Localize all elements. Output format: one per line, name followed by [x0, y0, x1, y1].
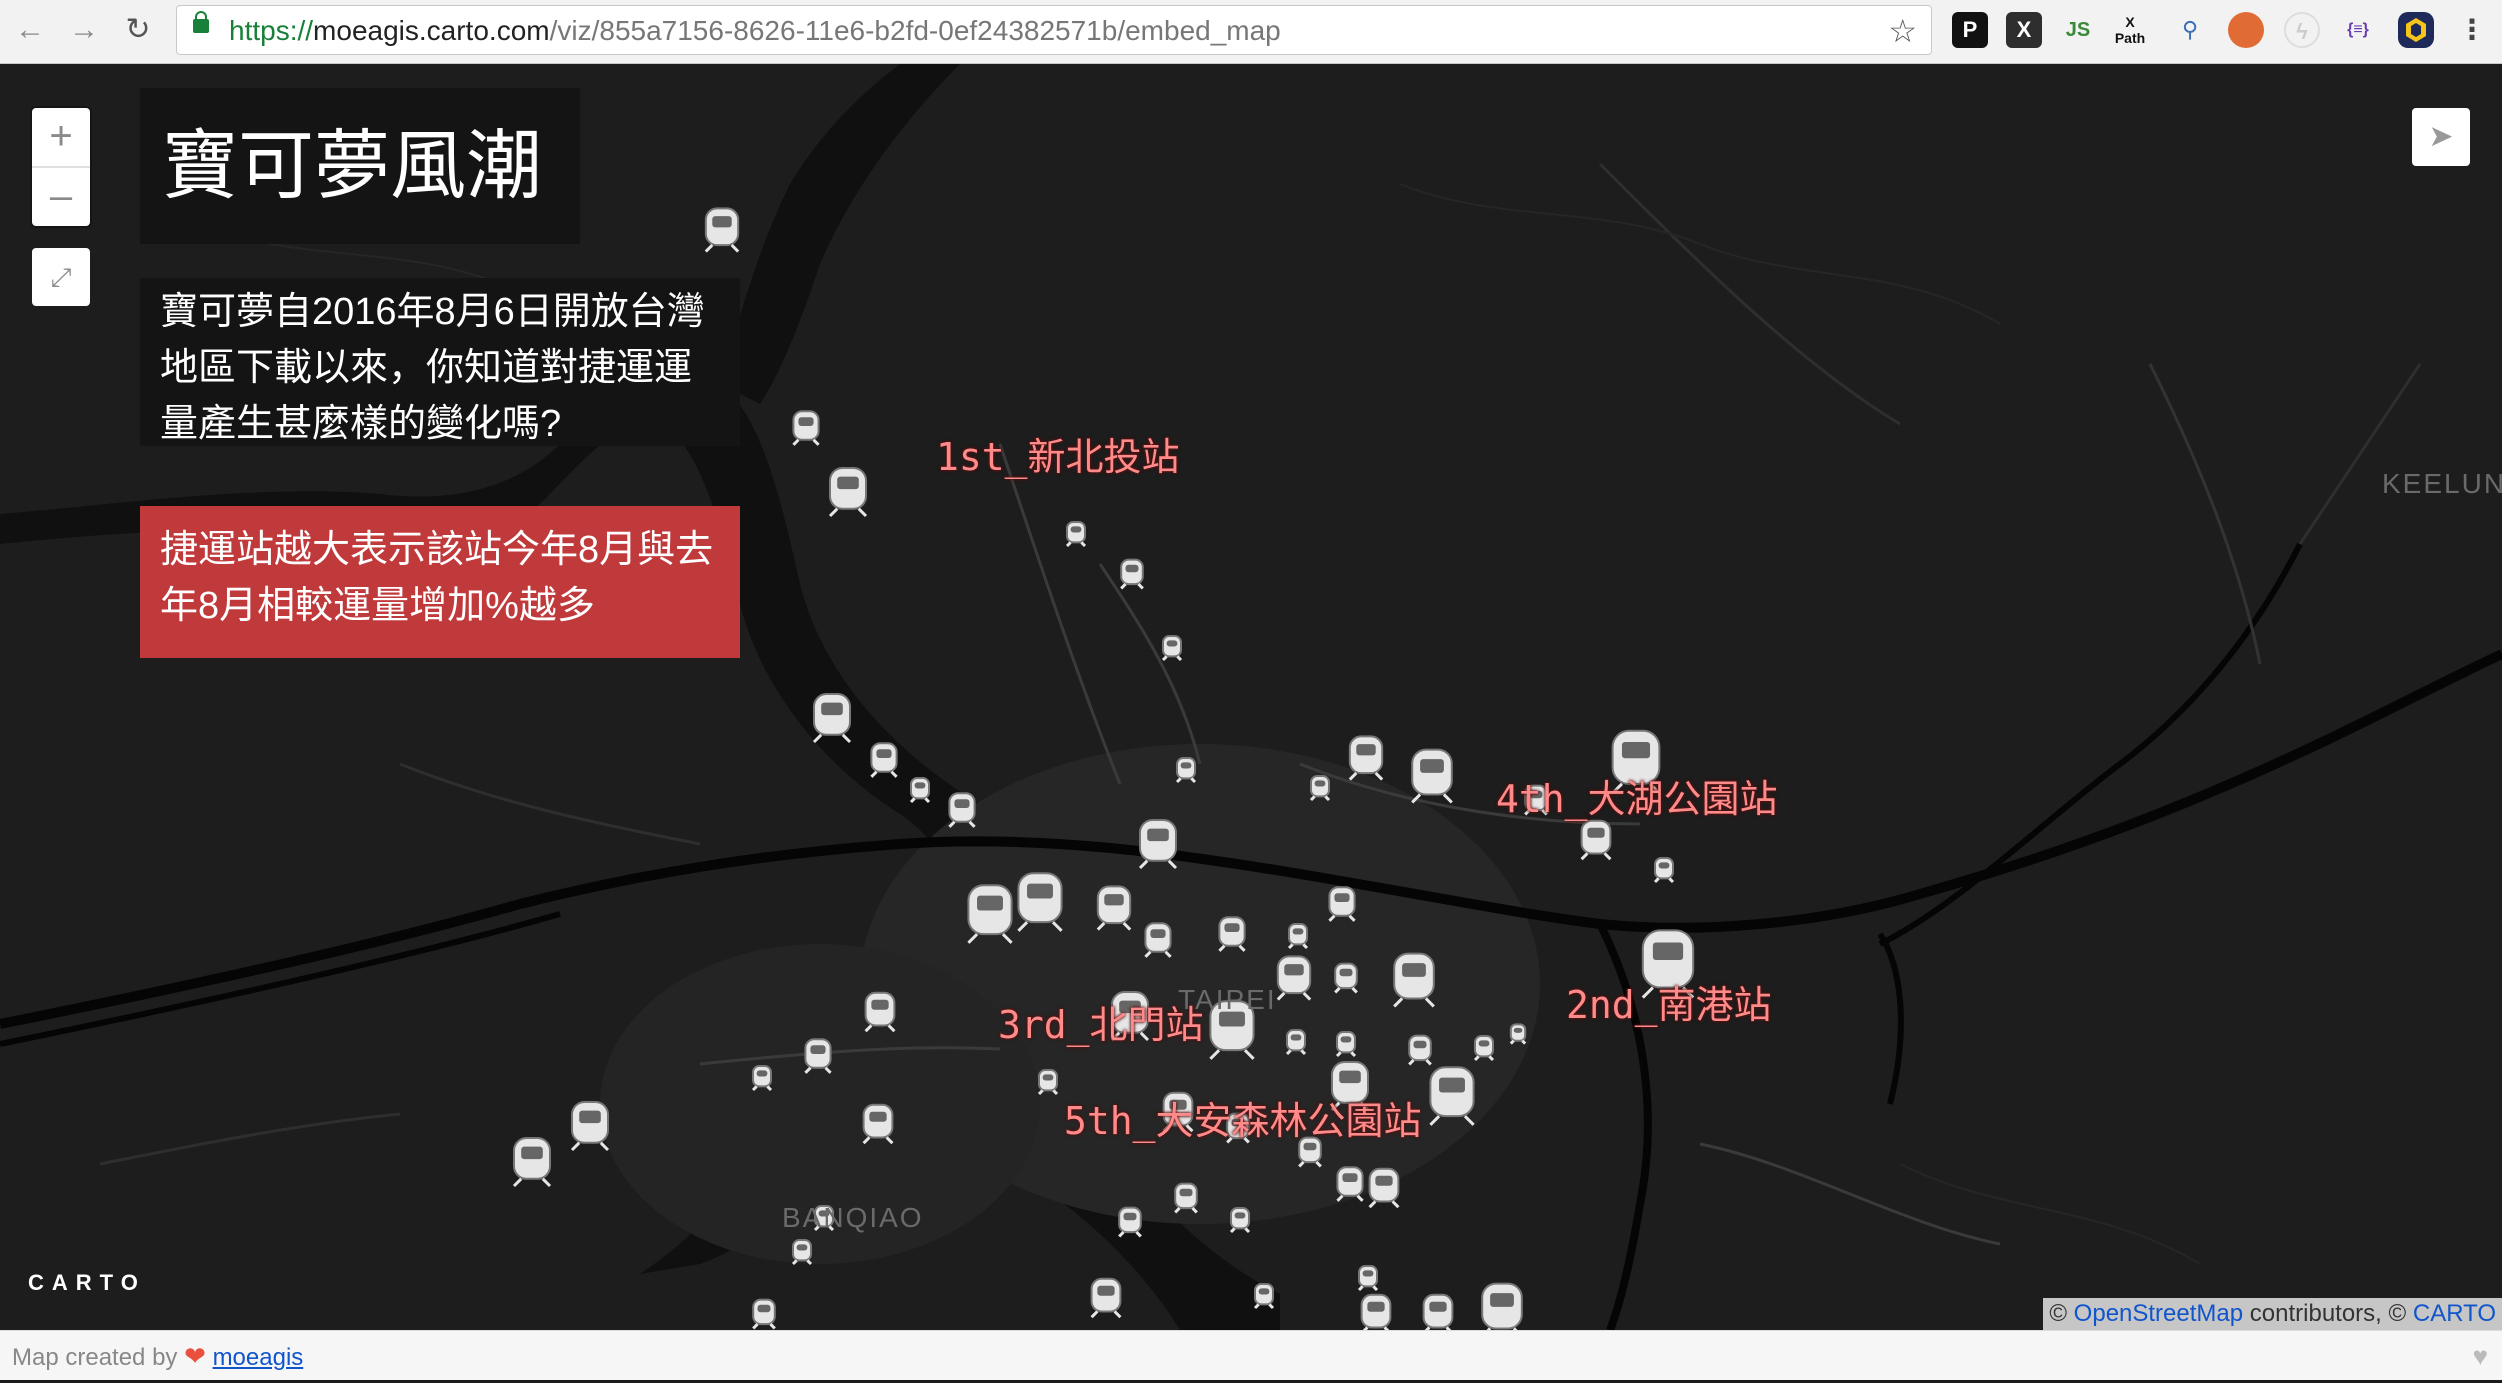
carto-link[interactable]: CARTO	[2413, 1300, 2496, 1327]
back-arrow-icon[interactable]: ←	[10, 10, 50, 50]
extension-js-icon[interactable]: JS	[2060, 12, 2096, 48]
fullscreen-icon[interactable]: ⤢	[32, 248, 90, 306]
extension-x-icon[interactable]: X	[2006, 12, 2042, 48]
extension-json-icon[interactable]: {≡}	[2340, 12, 2376, 48]
legend-note: 捷運站越大表示該站今年8月與去年8月相較運量增加%越多	[140, 506, 740, 658]
like-heart-icon[interactable]: ♥	[2473, 1331, 2488, 1381]
zoom-control: + –	[32, 108, 90, 226]
extension-satellite-icon[interactable]: ⚲	[2172, 12, 2208, 48]
extension-bolt-icon[interactable]: ϟ	[2284, 12, 2320, 48]
station-label-2nd: 2nd_南港站	[1566, 983, 1772, 1027]
heart-icon: ❤	[184, 1341, 206, 1371]
map-attribution: © OpenStreetMap contributors, © CARTO	[2043, 1298, 2502, 1330]
lock-icon	[193, 11, 209, 33]
map-title: 寶可夢風潮	[140, 88, 580, 244]
locate-arrow-icon[interactable]: ➤	[2412, 108, 2470, 166]
author-link[interactable]: moeagis	[213, 1344, 304, 1371]
area-label-banqiao: BANQIAO	[782, 1202, 924, 1233]
extension-hexagon-icon[interactable]	[2398, 12, 2434, 48]
embed-footer: Map created by ❤ moeagis ♥	[0, 1330, 2502, 1380]
area-label-keelung: KEELUNG	[2382, 468, 2502, 499]
browser-toolbar: ← → ↻ https://moeagis.carto.com/viz/855a…	[0, 0, 2502, 64]
browser-menu-icon[interactable]: ⋮	[2454, 12, 2490, 48]
map-canvas[interactable]: + – ⤢ ➤ 寶可夢風潮 寶可夢自2016年8月6日開放台灣地區下載以來，你知…	[0, 64, 2502, 1330]
station-label-4th: 4th_大湖公園站	[1496, 777, 1778, 821]
carto-logo[interactable]: CARTO	[28, 1270, 146, 1296]
extension-p-icon[interactable]: P	[1952, 12, 1988, 48]
forward-arrow-icon[interactable]: →	[64, 10, 104, 50]
url-text: https://moeagis.carto.com/viz/855a7156-8…	[229, 15, 1281, 46]
station-label-5th: 5th_大安森林公園站	[1064, 1099, 1422, 1143]
station-label-1st: 1st_新北投站	[936, 435, 1180, 479]
zoom-in-button[interactable]: +	[32, 108, 90, 166]
osm-link[interactable]: OpenStreetMap	[2074, 1300, 2243, 1327]
station-label-3rd: 3rd_北門站	[998, 1003, 1204, 1047]
bookmark-star-icon[interactable]: ☆	[1888, 12, 1917, 50]
footer-prefix: Map created by	[12, 1344, 178, 1371]
reload-icon[interactable]: ↻	[118, 10, 158, 50]
extension-cookie-icon[interactable]	[2228, 12, 2264, 48]
zoom-out-button[interactable]: –	[32, 168, 90, 226]
extension-xpath-icon[interactable]: X Path	[2112, 12, 2148, 48]
area-label-taipei: TAIPEI	[1178, 984, 1277, 1015]
map-description: 寶可夢自2016年8月6日開放台灣地區下載以來，你知道對捷運運量產生甚麼樣的變化…	[140, 278, 740, 446]
address-bar[interactable]: https://moeagis.carto.com/viz/855a7156-8…	[176, 5, 1932, 55]
